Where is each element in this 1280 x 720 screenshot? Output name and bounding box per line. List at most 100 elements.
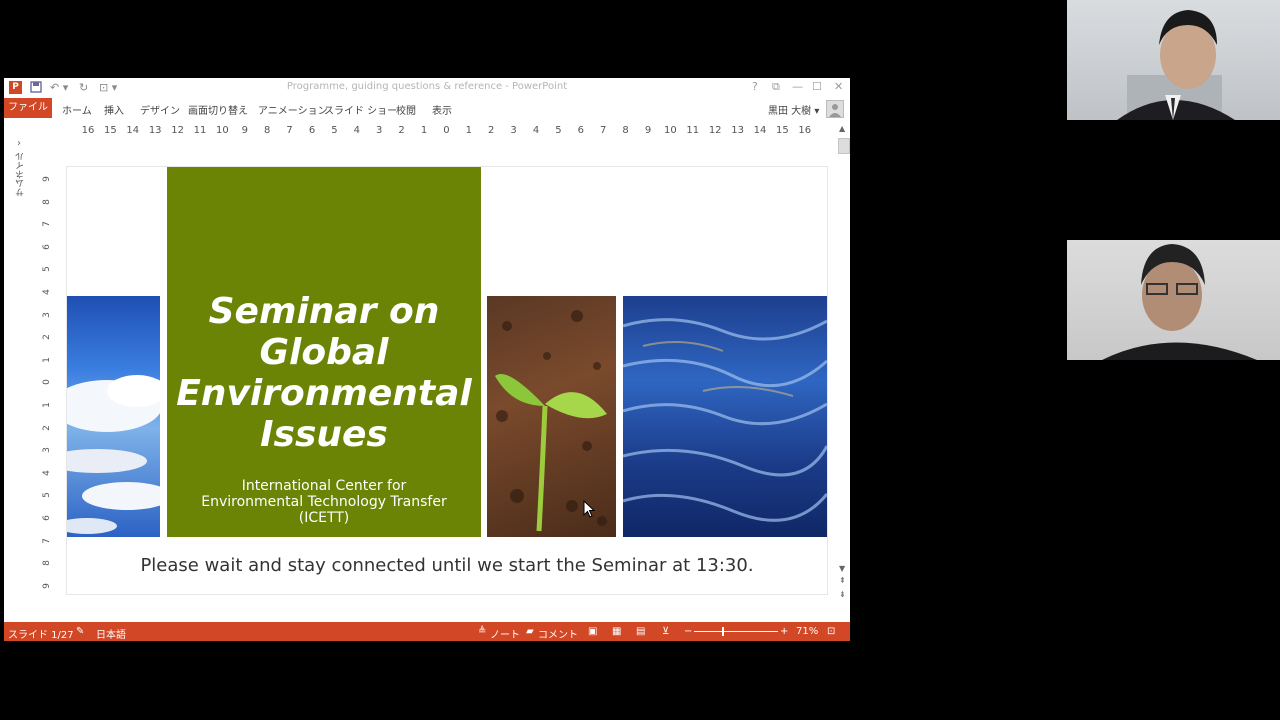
ruler-tick-label: 7	[600, 125, 607, 136]
ruler-tick-label: 9	[241, 125, 248, 136]
status-bar: スライド 1/27 ✎ 日本語 ≜ ノート ▰ コメント ▣ ▦ ▤ ⊻ − +…	[4, 622, 850, 641]
ribbon-tabs: ファイル ホーム 挿入 デザイン 画面切り替え アニメーション スライド ショー…	[4, 98, 850, 118]
tab-transitions[interactable]: 画面切り替え	[188, 102, 248, 117]
subtitle-line-1: International Center for	[241, 478, 407, 494]
ruler-tick-label: 2	[42, 334, 52, 341]
zoom-slider[interactable]	[694, 627, 778, 636]
horizontal-ruler: 16 15 14 13 12 11 10 9 8 7 6 5 4 3 2 1 0 1 2 3 4 5 6 7 8 9 10 11 12 1…	[68, 125, 828, 137]
ruler-tick-label: 6	[42, 515, 52, 521]
ruler-tick-label: 5	[331, 125, 338, 136]
thumbnail-label: サムネイル	[16, 152, 26, 197]
comments-button[interactable]: コメント	[538, 626, 578, 641]
ruler-tick-label: 16	[798, 125, 812, 136]
help-button[interactable]: ?	[752, 80, 758, 93]
next-slide-icon[interactable]: ⇟	[839, 590, 846, 599]
ruler-tick-label: 9	[42, 582, 52, 589]
title-panel: Seminar on Global Environmental Issues I…	[167, 167, 481, 537]
ruler-tick-label: 9	[42, 176, 52, 182]
slide-counter: スライド 1/27	[8, 630, 74, 641]
ruler-tick-label: 5	[555, 125, 562, 136]
ruler-tick-label: 12	[171, 125, 184, 136]
ruler-tick-label: 0	[42, 379, 52, 386]
participant-video-1[interactable]	[1067, 0, 1280, 120]
tab-design[interactable]: デザイン	[140, 102, 180, 117]
ruler-tick-label: 8	[42, 560, 52, 567]
slide-title-line-2: Global	[259, 332, 389, 373]
tab-insert[interactable]: 挿入	[104, 102, 124, 117]
ruler-tick-label: 2	[42, 424, 52, 431]
slide-canvas[interactable]: Seminar on Global Environmental Issues I…	[67, 167, 827, 594]
thumbnail-panel[interactable]: › サムネイル	[4, 138, 34, 618]
tab-animations[interactable]: アニメーション	[258, 102, 328, 117]
zoom-slider-handle[interactable]	[722, 627, 724, 636]
ruler-tick-label: 14	[126, 125, 140, 136]
ruler-tick-label: 1	[42, 356, 52, 363]
previous-slide-icon[interactable]: ⇞	[839, 576, 846, 585]
ruler-tick-label: 5	[42, 266, 52, 273]
scroll-up-icon[interactable]: ▲	[839, 124, 845, 133]
window-title: Programme, guiding questions & reference…	[286, 81, 568, 92]
scroll-thumb[interactable]	[838, 138, 850, 154]
ruler-tick-label: 4	[532, 125, 540, 136]
vertical-scrollbar[interactable]: ▲ ▼ ⇞ ⇟	[837, 124, 850, 604]
ruler-tick-label: 16	[81, 125, 95, 136]
fit-to-window-icon[interactable]: ⊡	[827, 626, 835, 637]
ruler-tick-label: 11	[686, 125, 700, 136]
slide-title-line-3: Environmental	[176, 373, 472, 414]
ruler-tick-label: 8	[264, 125, 271, 136]
slide-sorter-icon[interactable]: ▦	[612, 626, 621, 637]
tab-view[interactable]: 表示	[432, 102, 452, 117]
water-image	[623, 296, 827, 537]
zoom-out-button[interactable]: −	[684, 626, 692, 637]
participant-video-2[interactable]	[1067, 240, 1280, 360]
slide-title-line-1: Seminar on	[208, 291, 440, 332]
zoom-level[interactable]: 71%	[796, 626, 818, 637]
ruler-tick-label: 14	[753, 125, 767, 136]
normal-view-icon[interactable]: ▣	[588, 626, 597, 637]
maximize-button[interactable]: ☐	[812, 80, 822, 93]
tab-home[interactable]: ホーム	[62, 102, 92, 117]
slideshow-icon[interactable]: ⊻	[662, 626, 669, 637]
reading-view-icon[interactable]: ▤	[636, 626, 645, 637]
ruler-tick-label: 8	[42, 198, 52, 205]
slide-title-line-4: Issues	[260, 414, 388, 455]
scroll-down-icon[interactable]: ▼	[839, 564, 845, 573]
ruler-tick-label: 1	[42, 402, 52, 408]
seedling-image	[487, 296, 616, 537]
ribbon-display-button[interactable]: ⧉	[772, 80, 780, 94]
ruler-tick-label: 7	[42, 221, 52, 228]
user-avatar-icon[interactable]	[826, 100, 844, 118]
powerpoint-window: P ↶ ▾ ↻ ⊡ ▾ Programme, guiding questions…	[4, 78, 850, 641]
ruler-tick-label: 1	[420, 125, 428, 136]
ruler-tick-label: 11	[193, 125, 207, 136]
ruler-tick-label: 3	[376, 125, 383, 136]
ruler-tick-label: 3	[510, 125, 517, 136]
ruler-tick-label: 10	[216, 125, 229, 136]
ruler-tick-label: 5	[42, 492, 52, 499]
spellcheck-icon[interactable]: ✎	[76, 626, 84, 637]
ruler-tick-label: 13	[731, 125, 744, 136]
notes-button[interactable]: ノート	[490, 626, 520, 641]
ruler-tick-label: 7	[286, 125, 293, 136]
close-button[interactable]: ✕	[834, 80, 843, 93]
zoom-in-button[interactable]: +	[780, 626, 788, 637]
sky-image	[67, 296, 160, 537]
vertical-ruler: 9 8 7 6 5 4 3 2 1 0 1 2 3 4 5 6 7 8 9	[40, 174, 54, 594]
tab-review[interactable]: 校閲	[396, 102, 416, 117]
ruler-tick-label: 6	[308, 125, 316, 136]
subtitle-line-3: (ICETT)	[298, 510, 350, 526]
user-name[interactable]: 黒田 大樹 ▾	[768, 102, 819, 117]
notes-icon[interactable]: ≜	[478, 626, 486, 637]
ruler-tick-label: 1	[465, 125, 472, 136]
ruler-tick-label: 4	[42, 469, 52, 476]
file-tab[interactable]: ファイル	[4, 98, 52, 118]
comment-icon[interactable]: ▰	[526, 626, 534, 637]
ruler-tick-label: 12	[708, 125, 722, 136]
ruler-tick-label: 2	[488, 125, 495, 136]
minimize-button[interactable]: —	[792, 80, 803, 93]
ruler-tick-label: 8	[622, 125, 629, 136]
ruler-tick-label: 3	[42, 311, 52, 318]
expand-chevron-icon[interactable]: ›	[17, 138, 21, 149]
ruler-tick-label: 9	[644, 125, 652, 136]
tab-slideshow[interactable]: スライド ショー	[324, 102, 397, 117]
